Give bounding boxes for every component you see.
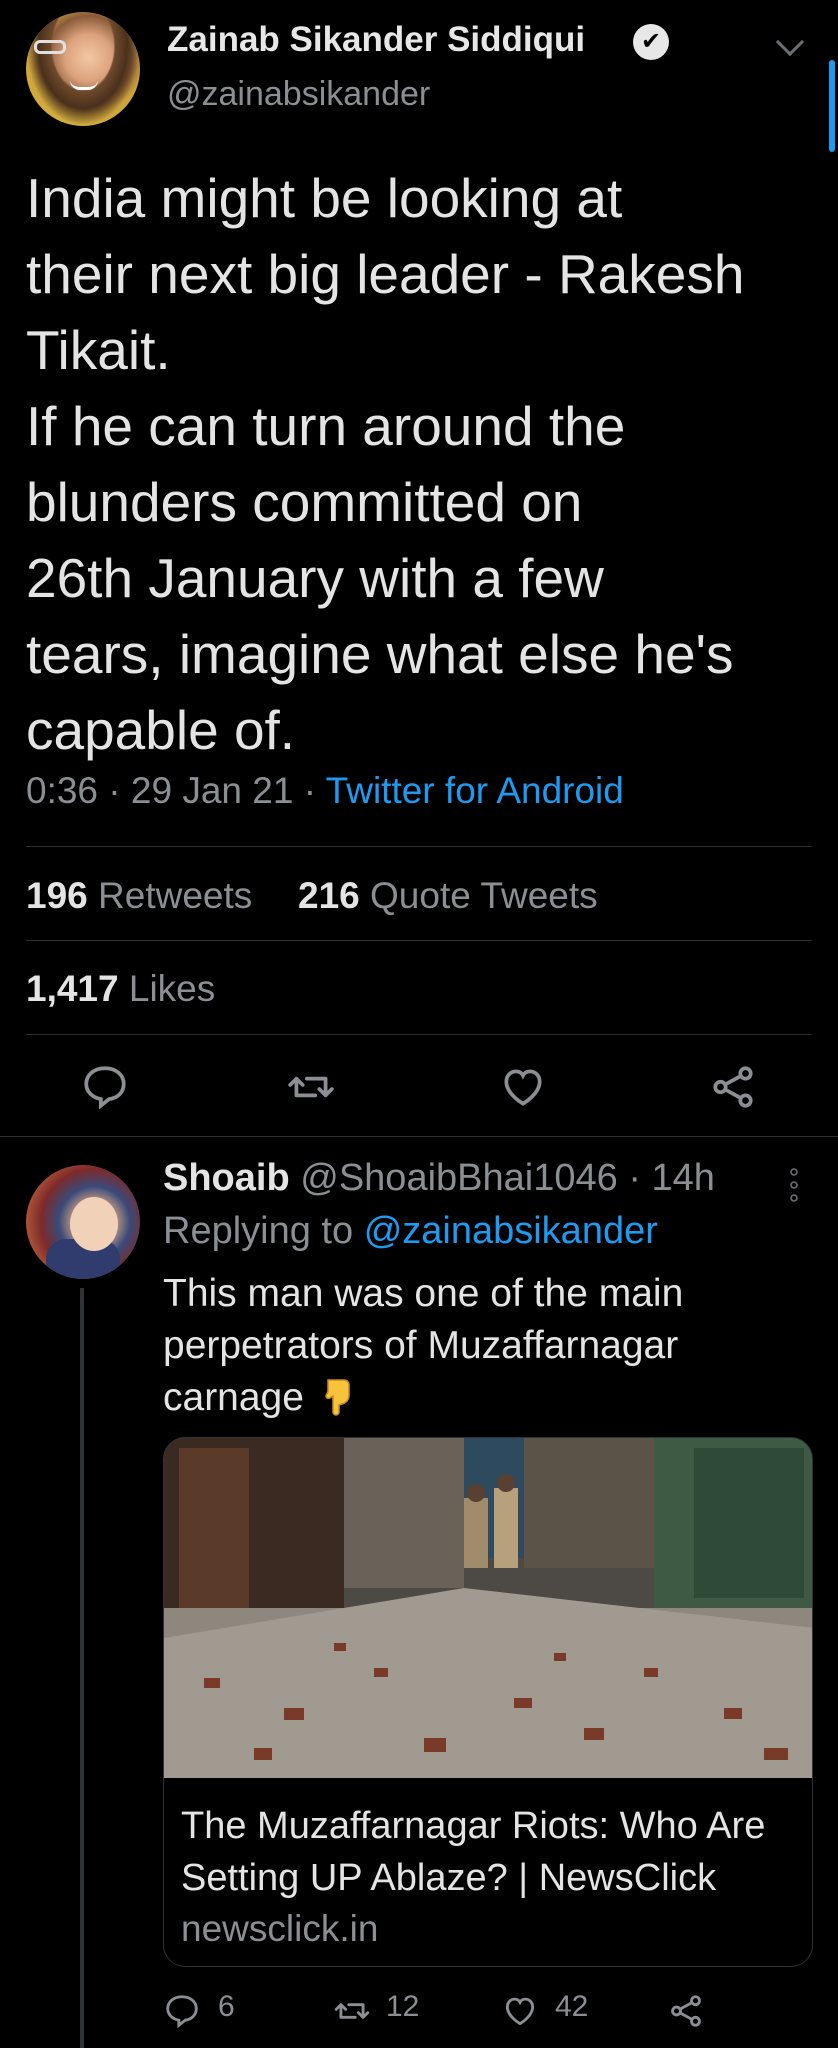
more-options-icon[interactable] xyxy=(787,1167,801,1203)
likes-label: Likes xyxy=(128,968,216,1009)
backhand-index-pointing-down-icon xyxy=(325,1379,350,1416)
replying-prefix: Replying to xyxy=(163,1210,354,1252)
link-preview-card[interactable]: The Muzaffarnagar Riots: Who Are Setting… xyxy=(163,1437,813,1967)
reply-author-avatar[interactable] xyxy=(26,1165,140,1279)
author-handle[interactable]: @zainabsikander xyxy=(167,75,430,114)
meta-separator: · xyxy=(303,770,317,811)
quotes-label: Quote Tweets xyxy=(370,875,598,916)
reply-author-handle[interactable]: @ShoaibBhai1046 xyxy=(300,1157,618,1199)
retweet-icon[interactable] xyxy=(333,1992,371,2030)
retweet-stats[interactable]: 196 Retweets xyxy=(26,875,252,917)
author-name[interactable]: Zainab Sikander Siddiqui xyxy=(167,20,585,60)
card-title: The Muzaffarnagar Riots: Who Are Setting… xyxy=(181,1805,766,1899)
verified-badge-icon: ✔ xyxy=(633,24,669,60)
reply-age: 14h xyxy=(651,1157,715,1199)
divider xyxy=(26,940,812,941)
like-icon[interactable] xyxy=(498,1062,548,1112)
author-avatar[interactable] xyxy=(26,12,140,126)
replying-to: Replying to @zainabsikander xyxy=(163,1210,658,1253)
retweets-label: Retweets xyxy=(98,875,253,916)
tweet-text: India might be looking at their next big… xyxy=(26,167,745,761)
retweet-count: 12 xyxy=(386,1990,420,2023)
tweet-time: 0:36 xyxy=(26,770,99,811)
reply-icon[interactable] xyxy=(80,1062,130,1112)
quote-stats[interactable]: 216 Quote Tweets xyxy=(298,875,598,917)
retweet-icon[interactable] xyxy=(286,1062,336,1112)
tweet-meta: 0:36 · 29 Jan 21 · Twitter for Android xyxy=(26,770,624,812)
share-icon[interactable] xyxy=(708,1062,758,1112)
thread-line xyxy=(80,1288,84,2048)
avatar-hair xyxy=(26,12,140,126)
likes-stats[interactable]: 1,417 Likes xyxy=(26,968,215,1010)
quotes-count: 216 xyxy=(298,875,360,916)
like-icon[interactable] xyxy=(501,1992,539,2030)
likes-count: 1,417 xyxy=(26,968,119,1009)
avatar-face xyxy=(70,1197,118,1251)
section-divider xyxy=(0,1136,838,1137)
divider xyxy=(26,846,812,847)
retweets-count: 196 xyxy=(26,875,88,916)
like-count: 42 xyxy=(555,1990,589,2023)
reply-text-block: This man was one of the main perpetrator… xyxy=(163,1268,783,1424)
reply-header: Shoaib @ShoaibBhai1046 · 14h xyxy=(163,1157,715,1200)
card-domain: newsclick.in xyxy=(181,1908,379,1949)
divider xyxy=(26,1034,812,1035)
reply-count: 6 xyxy=(218,1990,235,2023)
reply-text: This man was one of the main perpetrator… xyxy=(163,1272,684,1419)
card-image xyxy=(164,1438,812,1778)
chevron-down-icon[interactable] xyxy=(775,27,805,57)
reply-author-name[interactable]: Shoaib xyxy=(163,1157,290,1199)
scroll-indicator[interactable] xyxy=(829,60,835,152)
reply-icon[interactable] xyxy=(163,1992,201,2030)
replying-to-handle[interactable]: @zainabsikander xyxy=(364,1210,658,1252)
tweet-source-link[interactable]: Twitter for Android xyxy=(326,770,624,811)
share-icon[interactable] xyxy=(667,1992,705,2030)
tweet-date: 29 Jan 21 xyxy=(130,770,294,811)
meta-separator: · xyxy=(108,770,121,811)
avatar-glasses xyxy=(34,40,66,54)
meta-separator: · xyxy=(628,1157,641,1199)
